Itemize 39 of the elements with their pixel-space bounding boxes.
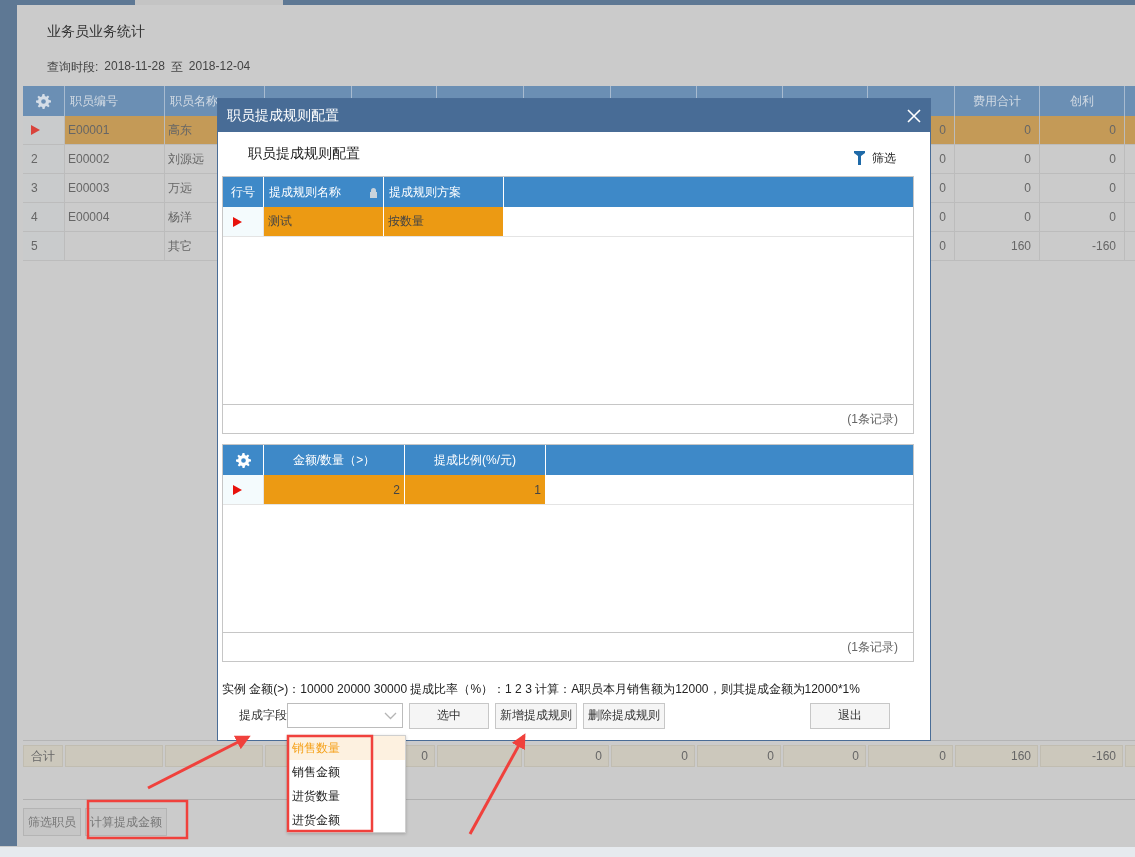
- table-cell: E00004: [65, 203, 165, 232]
- record-count: (1条记录): [847, 638, 898, 656]
- example-text: 实例 金额(>)：10000 20000 30000 提成比率（%）：1 2 3 计算：A职员本月销售额为12000，则其提成金额为12000*1%: [221, 681, 861, 698]
- table-cell: -160: [1040, 232, 1125, 261]
- total-cell: 160: [955, 745, 1038, 767]
- total-cell: 0: [783, 745, 866, 767]
- row-number: 2: [23, 145, 65, 174]
- date-to: 2018-12-04: [188, 59, 251, 75]
- table-cell: 0: [955, 116, 1040, 145]
- date-separator: 至: [170, 59, 183, 76]
- table-cell: 2: [264, 475, 405, 504]
- page-title: 业务员业务统计: [46, 22, 146, 41]
- total-cell: 0: [868, 745, 953, 767]
- table-cell: 0: [1040, 174, 1125, 203]
- table-cell: 0: [955, 174, 1040, 203]
- totals-label: 合计: [23, 745, 63, 767]
- total-cell: 0: [524, 745, 609, 767]
- table-cell: 1: [405, 475, 546, 504]
- table-cell: 按数量: [384, 207, 504, 236]
- row-number: 5: [23, 232, 65, 261]
- table-cell: 160: [955, 232, 1040, 261]
- total-cell: 0: [611, 745, 695, 767]
- field-label: 提成字段: [238, 707, 287, 724]
- table-cell: 0: [1040, 203, 1125, 232]
- query-label: 查询时段:: [47, 59, 99, 76]
- date-from: 2018-11-28: [104, 59, 165, 75]
- total-cell: -160: [1040, 745, 1123, 767]
- table-cell: 0: [955, 145, 1040, 174]
- table-cell: 0: [1040, 145, 1125, 174]
- row-number: 4: [23, 203, 65, 232]
- table-cell: E00001: [65, 116, 165, 145]
- table-cell: E00002: [65, 145, 165, 174]
- table-cell: 0: [955, 203, 1040, 232]
- table-cell: 0: [1040, 116, 1125, 145]
- record-count: (1条记录): [847, 410, 898, 428]
- row-number: 3: [23, 174, 65, 203]
- table-cell: E00003: [65, 174, 165, 203]
- total-cell: 0: [697, 745, 781, 767]
- table-cell: 测试: [264, 207, 384, 236]
